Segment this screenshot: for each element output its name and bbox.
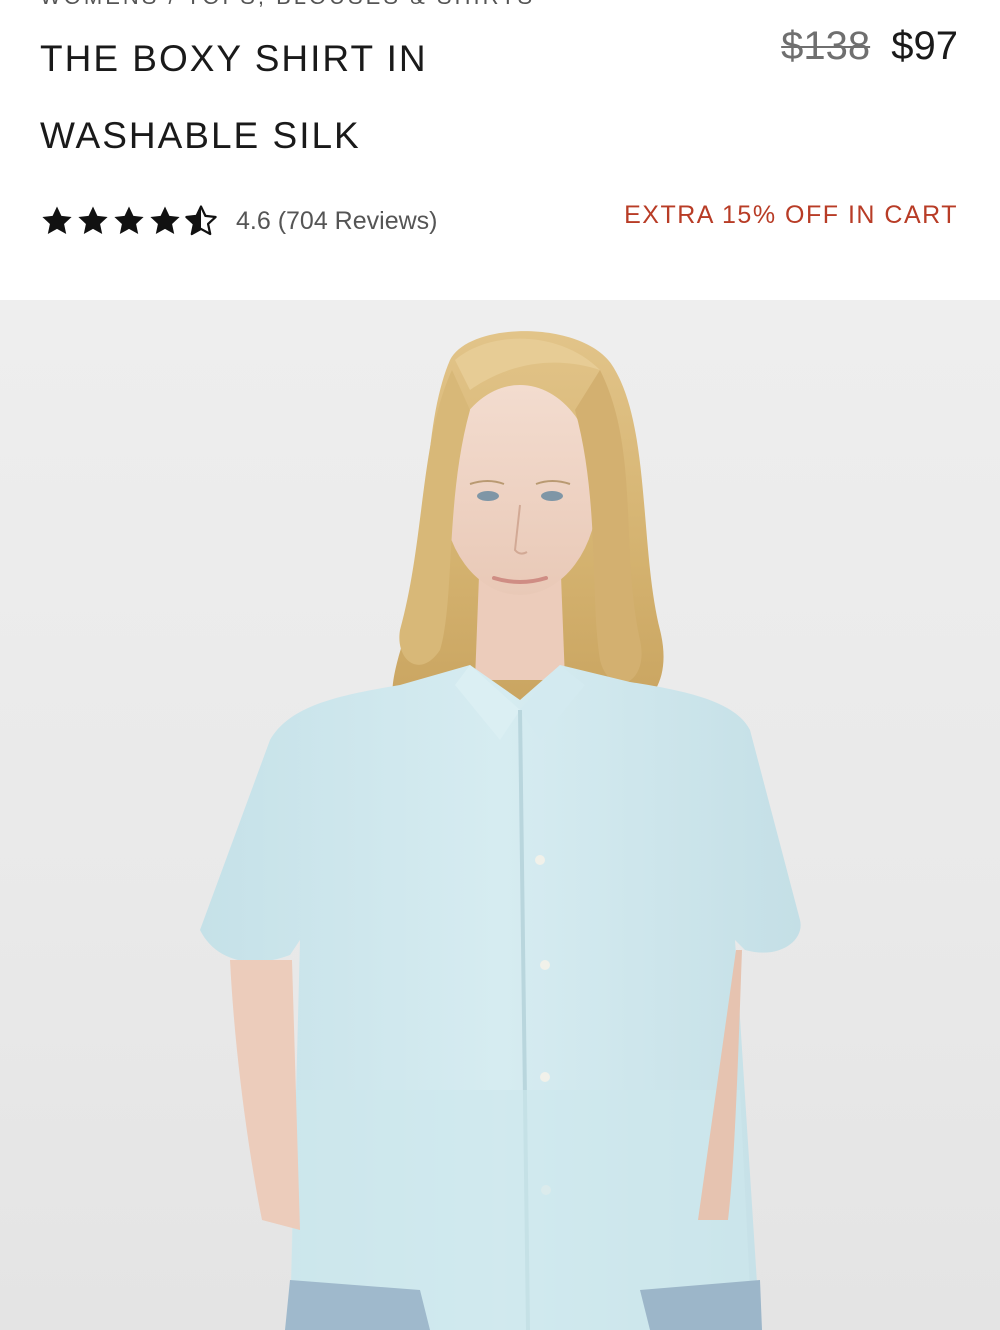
star-filled-icon [150, 206, 180, 235]
sale-price: $97 [891, 24, 958, 68]
rating-count[interactable]: 4.6 (704 Reviews) [236, 207, 437, 236]
model-photo [200, 331, 801, 1330]
product-title: THE BOXY SHIRT IN WASHABLE SILK [40, 38, 428, 156]
star-filled-icon [78, 206, 108, 235]
promo-label: EXTRA 15% OFF IN CART [624, 201, 958, 229]
star-filled-icon [42, 206, 72, 235]
price: $138 $97 [781, 20, 958, 72]
breadcrumb[interactable]: WOMENS / TOPS, BLOUSES & SHIRTS [40, 0, 535, 10]
star-filled-icon [114, 206, 144, 235]
rating-stars [40, 204, 218, 238]
star-half-icon [185, 205, 217, 236]
rating-summary[interactable]: 4.6 (704 Reviews) [40, 196, 437, 246]
product-image[interactable] [0, 300, 1000, 1330]
original-price: $138 [781, 24, 871, 68]
